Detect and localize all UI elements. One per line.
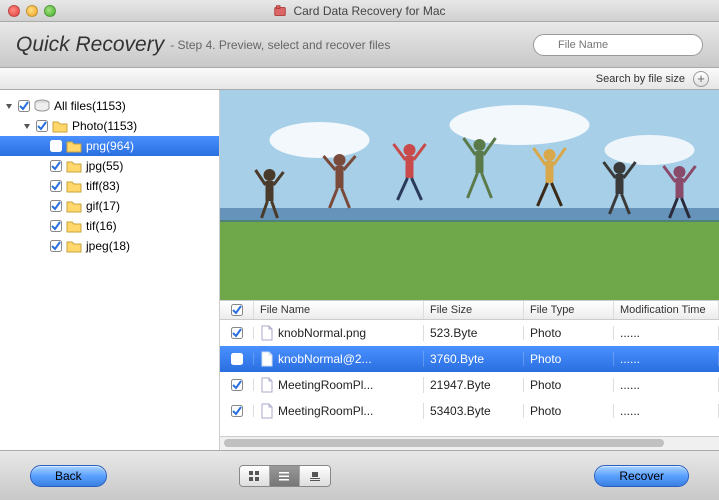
titlebar: Card Data Recovery for Mac [0, 0, 719, 22]
file-tree: All files(1153) Photo(1153) png(964) jpg(… [0, 90, 220, 450]
folder-icon [66, 159, 82, 173]
checkbox[interactable] [50, 240, 62, 252]
tree-photo-label: Photo(1153) [72, 119, 137, 133]
checkbox[interactable] [231, 353, 243, 365]
tree-item-label: tif(16) [86, 219, 117, 233]
file-size: 21947.Byte [424, 378, 524, 392]
table-row[interactable]: MeetingRoomPl... 53403.BytePhoto...... [220, 398, 719, 424]
file-name: knobNormal@2... [278, 352, 372, 366]
disclosure-icon[interactable] [22, 121, 32, 131]
table-row[interactable]: MeetingRoomPl... 21947.BytePhoto...... [220, 372, 719, 398]
checkbox[interactable] [50, 180, 62, 192]
window-title: Card Data Recovery for Mac [293, 4, 445, 18]
tree-item-label: tiff(83) [86, 179, 120, 193]
tree-photo[interactable]: Photo(1153) [0, 116, 219, 136]
add-filter-button[interactable]: + [693, 71, 709, 87]
page-subtitle: - Step 4. Preview, select and recover fi… [170, 38, 390, 52]
file-type: Photo [524, 378, 614, 392]
file-modified: ...... [614, 326, 719, 340]
table-body: knobNormal.png523.BytePhoto......knobNor… [220, 320, 719, 436]
table-row[interactable]: knobNormal.png 523.BytePhoto...... [220, 320, 719, 346]
file-type: Photo [524, 404, 614, 418]
folder-icon [66, 239, 82, 253]
search-by-size-label: Search by file size [596, 73, 685, 85]
folder-icon [66, 139, 82, 153]
view-mode-segment [239, 465, 331, 487]
tree-item[interactable]: jpg(55) [0, 156, 219, 176]
drive-icon [34, 99, 50, 113]
file-icon [260, 377, 274, 393]
file-icon [260, 351, 274, 367]
tree-item-label: gif(17) [86, 199, 120, 213]
checkbox[interactable] [18, 100, 30, 112]
file-name: MeetingRoomPl... [278, 404, 373, 418]
table-row[interactable]: knobNormal@2... 3760.BytePhoto...... [220, 346, 719, 372]
column-type[interactable]: File Type [524, 301, 614, 319]
folder-icon [66, 219, 82, 233]
view-list-button[interactable] [270, 466, 300, 486]
disclosure-icon[interactable] [4, 101, 14, 111]
file-size: 3760.Byte [424, 352, 524, 366]
tree-item[interactable]: tiff(83) [0, 176, 219, 196]
checkbox[interactable] [50, 200, 62, 212]
search-input[interactable] [533, 34, 703, 56]
checkbox[interactable] [50, 160, 62, 172]
checkbox[interactable] [36, 120, 48, 132]
file-size: 523.Byte [424, 326, 524, 340]
checkbox[interactable] [231, 327, 243, 339]
page-title: Quick Recovery [16, 33, 164, 57]
file-icon [260, 403, 274, 419]
header: Quick Recovery - Step 4. Preview, select… [0, 22, 719, 68]
folder-icon [66, 199, 82, 213]
file-icon [260, 325, 274, 341]
tree-root-label: All files(1153) [54, 99, 126, 113]
column-size[interactable]: File Size [424, 301, 524, 319]
checkbox[interactable] [50, 140, 62, 152]
file-modified: ...... [614, 404, 719, 418]
app-icon [273, 4, 287, 18]
checkbox[interactable] [231, 405, 243, 417]
tree-item[interactable]: gif(17) [0, 196, 219, 216]
folder-icon [52, 119, 68, 133]
file-name: MeetingRoomPl... [278, 378, 373, 392]
file-type: Photo [524, 352, 614, 366]
tree-item-label: jpeg(18) [86, 239, 130, 253]
tree-root[interactable]: All files(1153) [0, 96, 219, 116]
tree-item-label: png(964) [86, 139, 134, 153]
checkbox[interactable] [231, 379, 243, 391]
file-name: knobNormal.png [278, 326, 366, 340]
file-modified: ...... [614, 378, 719, 392]
view-grid-button[interactable] [240, 466, 270, 486]
tree-item[interactable]: png(964) [0, 136, 219, 156]
column-modified[interactable]: Modification Time [614, 301, 719, 319]
file-size: 53403.Byte [424, 404, 524, 418]
preview-image [220, 90, 719, 300]
folder-icon [66, 179, 82, 193]
subbar: Search by file size + [0, 68, 719, 90]
back-button[interactable]: Back [30, 465, 107, 487]
file-modified: ...... [614, 352, 719, 366]
column-name[interactable]: File Name [254, 301, 424, 319]
checkbox[interactable] [50, 220, 62, 232]
table-header: File Name File Size File Type Modificati… [220, 300, 719, 320]
horizontal-scrollbar[interactable] [220, 436, 719, 450]
tree-item[interactable]: tif(16) [0, 216, 219, 236]
recover-button[interactable]: Recover [594, 465, 689, 487]
file-type: Photo [524, 326, 614, 340]
tree-item-label: jpg(55) [86, 159, 123, 173]
tree-item[interactable]: jpeg(18) [0, 236, 219, 256]
footer: Back Recover [0, 450, 719, 500]
view-coverflow-button[interactable] [300, 466, 330, 486]
column-checkbox[interactable] [220, 301, 254, 319]
